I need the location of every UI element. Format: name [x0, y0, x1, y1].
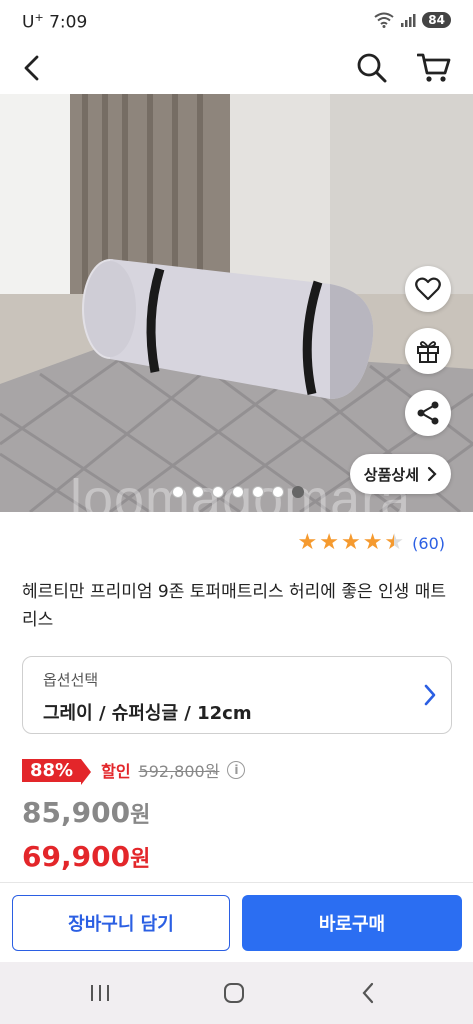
final-price-unit: 원: [130, 847, 151, 872]
share-button[interactable]: [405, 390, 451, 436]
carousel-indicator: [172, 486, 304, 498]
recent-apps-button[interactable]: [82, 978, 118, 1008]
wifi-icon: [374, 12, 394, 28]
purchase-action-bar: 장바구니 담기 바로구매: [0, 882, 473, 962]
signal-icon: [401, 14, 416, 27]
clock: 7:09: [49, 12, 88, 33]
share-icon: [417, 401, 439, 425]
carousel-dot-active[interactable]: [292, 486, 304, 498]
home-icon: [224, 983, 244, 1003]
option-value: 그레이 / 슈퍼싱글 / 12cm: [43, 703, 252, 724]
final-price: 69,900원: [22, 840, 150, 873]
top-app-bar: [0, 42, 473, 94]
star-icon: ★: [297, 530, 318, 555]
back-icon: [362, 982, 374, 1004]
star-icon: ★: [362, 530, 383, 555]
status-bar: U+ 7:09 84: [0, 0, 473, 42]
star-icon: ★: [340, 530, 361, 555]
product-detail-label: 상품상세: [363, 465, 419, 484]
option-selector[interactable]: 옵션선택 그레이 / 슈퍼싱글 / 12cm: [22, 656, 452, 734]
buy-now-button[interactable]: 바로구매: [242, 895, 462, 951]
chevron-left-icon: [24, 55, 39, 81]
review-rating[interactable]: ★ ★ ★ ★ ★ (60): [297, 532, 445, 554]
sale-price-unit: 원: [130, 803, 151, 828]
system-navigation-bar: [0, 962, 473, 1024]
carrier-plus: +: [34, 11, 44, 24]
cart-icon: [417, 53, 451, 82]
system-back-button[interactable]: [350, 978, 386, 1008]
discount-badge: 88%: [22, 758, 92, 785]
search-button[interactable]: [352, 48, 392, 88]
review-count[interactable]: (60): [412, 534, 445, 553]
carousel-dot[interactable]: [172, 486, 184, 498]
half-star-icon: ★: [384, 530, 405, 555]
carousel-dot[interactable]: [192, 486, 204, 498]
discount-row: 88% 할인 592,800원 i: [22, 758, 246, 785]
chevron-right-icon: [424, 684, 436, 706]
final-price-number: 69,900: [22, 840, 131, 873]
recent-apps-icon: [91, 985, 109, 1001]
gift-icon: [417, 341, 439, 363]
star-icon: ★: [319, 530, 339, 555]
carousel-dot[interactable]: [232, 486, 244, 498]
product-photo: [0, 94, 473, 512]
gift-button[interactable]: [405, 328, 451, 374]
discount-label: 할인: [101, 762, 131, 781]
info-icon[interactable]: i: [227, 761, 246, 779]
chevron-right-icon: [427, 466, 437, 482]
sale-price-number: 85,900: [22, 796, 131, 829]
add-to-cart-button[interactable]: 장바구니 담기: [12, 895, 230, 951]
carousel-dot[interactable]: [212, 486, 224, 498]
wishlist-button[interactable]: [405, 266, 451, 312]
battery-badge: 84: [422, 12, 451, 28]
home-button[interactable]: [216, 978, 252, 1008]
cart-button[interactable]: [414, 48, 454, 88]
status-time: U+ 7:09: [22, 11, 87, 33]
original-price: 592,800원: [138, 762, 220, 781]
option-label: 옵션선택: [43, 671, 99, 689]
carrier-label: U: [22, 12, 35, 33]
carousel-dot[interactable]: [252, 486, 264, 498]
search-icon: [357, 53, 387, 83]
product-detail-button[interactable]: 상품상세: [349, 454, 451, 494]
carousel-dot[interactable]: [272, 486, 284, 498]
status-icons: 84: [374, 12, 451, 28]
product-title: 헤르티만 프리미엄 9존 토퍼매트리스 허리에 좋은 인생 매트리스: [22, 582, 447, 630]
back-button[interactable]: [12, 48, 52, 88]
sale-price: 85,900원: [22, 796, 150, 829]
product-image-carousel[interactable]: loomagomara 상품상세: [0, 94, 473, 512]
heart-icon: [415, 277, 441, 301]
